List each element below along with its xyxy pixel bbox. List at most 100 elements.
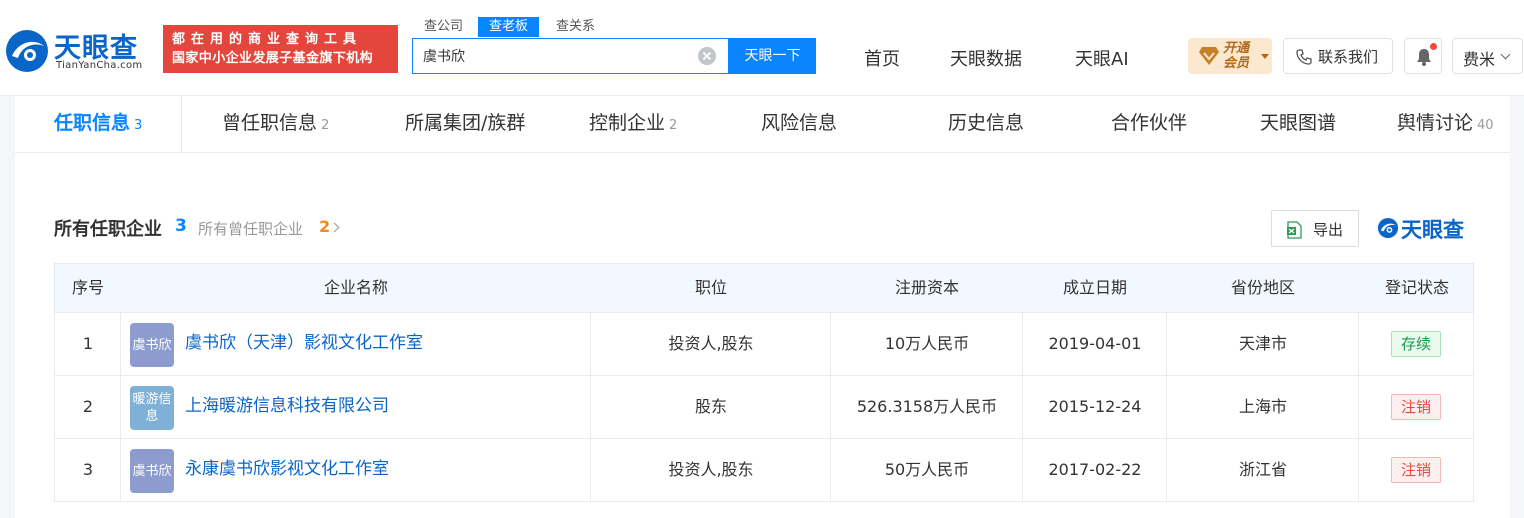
tab-label: 舆情讨论 (1397, 112, 1474, 134)
tab-count: 3 (134, 118, 143, 133)
section-title: 所有任职企业 (54, 219, 162, 240)
position-cell: 投资人,股东 (668, 460, 754, 479)
former-positions-count[interactable]: 2 (319, 217, 330, 236)
nav-home[interactable]: 首页 (864, 45, 900, 71)
company-logo[interactable]: 暖游信息 (130, 386, 174, 430)
search-input[interactable] (423, 39, 693, 73)
region-cell: 天津市 (1238, 334, 1287, 353)
column-header: 注册资本 (894, 278, 959, 297)
slogan-line-2: 国家中小企业发展子基金旗下机构 (172, 51, 374, 66)
nav-tianyan-ai[interactable]: 天眼AI (1075, 45, 1129, 71)
column-header: 序号 (71, 278, 104, 297)
tianyancha-logo[interactable]: 天眼查 TianYanCha.com (4, 26, 156, 76)
company-name-link[interactable]: 永康虞书欣影视文化工作室 (185, 439, 389, 501)
tab-former-positions[interactable]: 曾任职信息 2 (222, 96, 329, 152)
tab-group[interactable]: 所属集团/族群 (405, 96, 525, 152)
export-button[interactable]: 导出 (1271, 210, 1359, 247)
tab-divider (181, 96, 182, 152)
row-index: 1 (82, 334, 94, 353)
chevron-right-icon[interactable] (329, 222, 340, 233)
search-tab-boss[interactable]: 查老板 (478, 17, 540, 37)
tab-partners[interactable]: 合作伙伴 (1111, 96, 1187, 152)
slogan-banner: 都在用的商业查询工具 国家中小企业发展子基金旗下机构 (163, 25, 398, 73)
tab-label: 历史信息 (948, 112, 1025, 134)
vip-label: 开通 会员 (1223, 41, 1249, 71)
detail-tabs: 任职信息 3 曾任职信息 2 所属集团/族群 控制企业 2 风险信息 历史信息 合作伙… (15, 96, 1510, 153)
company-logo[interactable]: 虞书欣 (130, 449, 174, 493)
company-logo[interactable]: 虞书欣 (130, 323, 174, 367)
table-row: 3 虞书欣 永康虞书欣影视文化工作室 投资人,股东 50万人民币 2017-02… (54, 439, 1474, 502)
contact-us-button[interactable]: 联系我们 (1283, 38, 1393, 74)
clear-icon[interactable] (698, 47, 716, 65)
tab-count: 2 (669, 118, 678, 133)
table-row: 2 暖游信息 上海暖游信息科技有限公司 股东 526.3158万人民币 2015… (54, 376, 1474, 439)
contact-us-label: 联系我们 (1318, 48, 1379, 66)
user-name: 费米 (1463, 50, 1496, 69)
nav-tianyan-data[interactable]: 天眼数据 (950, 45, 1022, 71)
vip-label-line-2: 会员 (1223, 56, 1250, 71)
tab-controlled-companies[interactable]: 控制企业 2 (589, 96, 677, 152)
former-positions-link[interactable]: 所有曾任职企业 (198, 218, 303, 239)
search-tab-relation[interactable]: 查关系 (556, 17, 595, 37)
tab-label: 风险信息 (761, 112, 838, 134)
capital-cell: 50万人民币 (884, 460, 970, 479)
tab-count: 40 (1477, 118, 1494, 133)
column-header: 企业名称 (323, 278, 388, 297)
tab-label: 天眼图谱 (1260, 112, 1337, 134)
position-cell: 投资人,股东 (668, 334, 754, 353)
notification-button[interactable] (1404, 38, 1442, 74)
tab-risk[interactable]: 风险信息 (761, 96, 837, 152)
chevron-down-icon (1500, 49, 1511, 60)
tab-label: 曾任职信息 (222, 112, 318, 134)
tab-label: 任职信息 (54, 112, 131, 134)
vip-button[interactable]: 开通 会员 (1188, 38, 1272, 74)
founded-date-cell: 2015-12-24 (1048, 397, 1142, 416)
region-cell: 浙江省 (1238, 460, 1287, 479)
column-header: 登记状态 (1384, 278, 1449, 297)
user-menu[interactable]: 费米 (1452, 38, 1523, 74)
tab-count: 2 (321, 118, 330, 133)
export-label: 导出 (1313, 221, 1344, 239)
position-cell: 股东 (694, 397, 727, 416)
search-button[interactable]: 天眼一下 (729, 38, 816, 74)
capital-cell: 10万人民币 (884, 334, 970, 353)
eye-logo-icon (1377, 217, 1399, 239)
tab-label: 控制企业 (589, 112, 666, 134)
phone-icon (1296, 49, 1312, 65)
founded-date-cell: 2017-02-22 (1048, 460, 1142, 479)
brand-watermark: 天眼查 (1377, 214, 1477, 244)
column-header: 成立日期 (1062, 278, 1127, 297)
tab-history[interactable]: 历史信息 (948, 96, 1024, 152)
tab-label: 所属集团/族群 (405, 112, 526, 134)
tab-graph[interactable]: 天眼图谱 (1260, 96, 1336, 152)
bell-icon (1417, 49, 1431, 66)
eye-logo-icon (6, 30, 48, 72)
search-box (412, 38, 729, 74)
search-tab-company[interactable]: 查公司 (424, 17, 463, 37)
tab-label: 合作伙伴 (1111, 112, 1188, 134)
top-header: 天眼查 TianYanCha.com 都在用的商业查询工具 国家中小企业发展子基… (0, 0, 1524, 96)
capital-cell: 526.3158万人民币 (856, 397, 998, 416)
row-index: 3 (82, 460, 94, 479)
tab-public-opinion[interactable]: 舆情讨论 40 (1397, 96, 1494, 152)
tab-current-positions[interactable]: 任职信息 3 (54, 96, 142, 152)
notification-dot (1430, 43, 1437, 50)
company-name-link[interactable]: 虞书欣（天津）影视文化工作室 (185, 313, 423, 375)
row-index: 2 (82, 397, 94, 416)
slogan-line-1: 都在用的商业查询工具 (172, 32, 363, 47)
section-count: 3 (175, 216, 187, 236)
region-cell: 上海市 (1238, 397, 1287, 416)
company-name-link[interactable]: 上海暖游信息科技有限公司 (185, 376, 389, 438)
excel-icon (1287, 221, 1302, 239)
vip-dropdown-icon (1261, 54, 1269, 59)
table-row: 1 虞书欣 虞书欣（天津）影视文化工作室 投资人,股东 10万人民币 2019-… (54, 313, 1474, 376)
diamond-icon (1199, 47, 1219, 65)
logo-domain: TianYanCha.com (56, 60, 143, 71)
column-header: 职位 (694, 278, 727, 297)
brand-text: 天眼查 (1401, 218, 1464, 242)
status-badge: 注销 (1391, 394, 1441, 420)
column-header: 省份地区 (1230, 278, 1295, 297)
status-badge: 注销 (1391, 457, 1441, 483)
founded-date-cell: 2019-04-01 (1048, 334, 1142, 353)
table-header: 序号 企业名称 职位 注册资本 成立日期 省份地区 登记状态 (54, 263, 1474, 313)
